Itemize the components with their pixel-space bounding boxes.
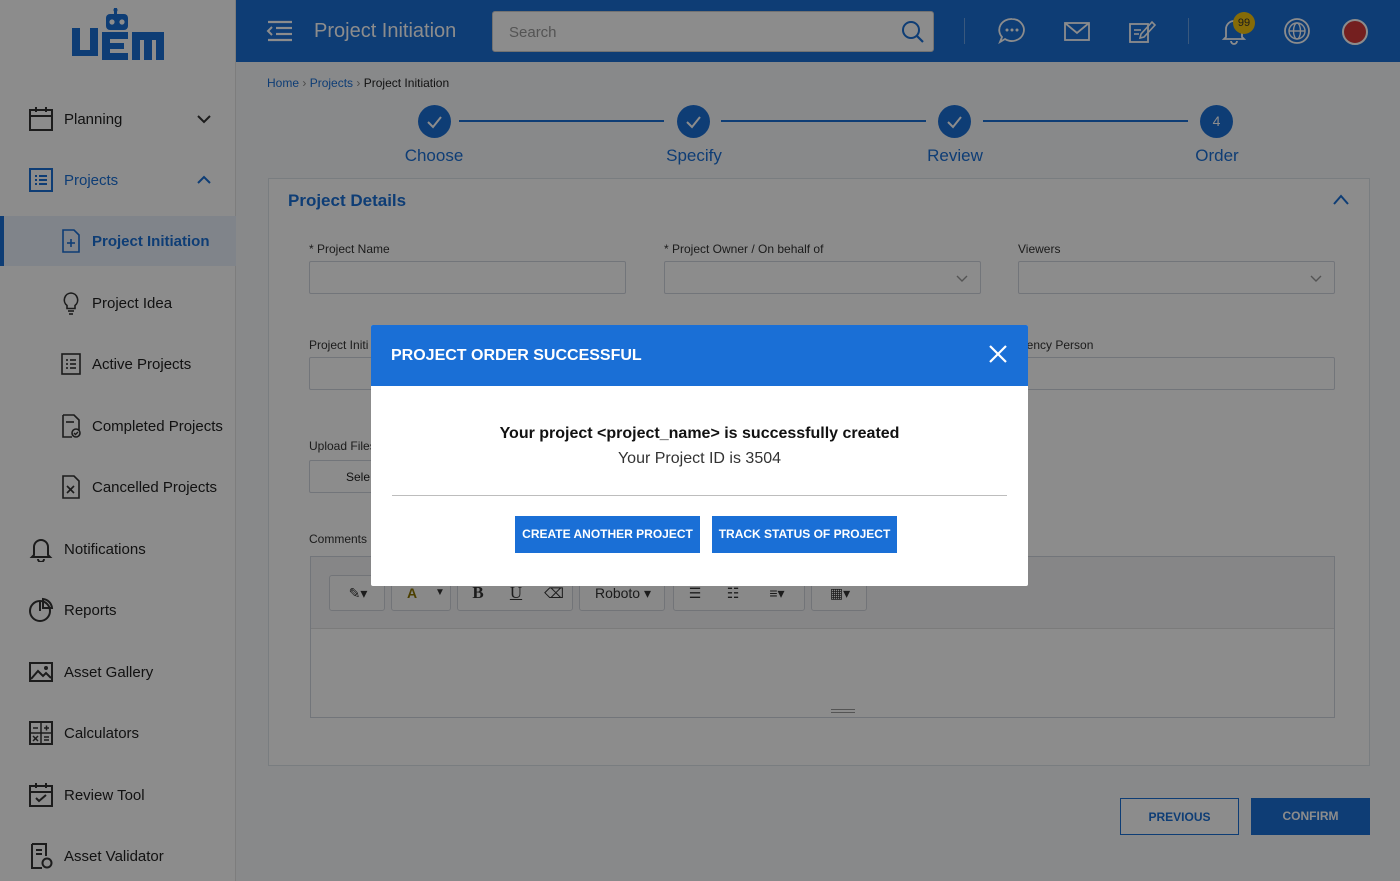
success-modal: PROJECT ORDER SUCCESSFUL Your project <p… (371, 325, 1028, 586)
project-id-text: Your Project ID is 3504 (617, 450, 782, 467)
modal-title: PROJECT ORDER SUCCESSFUL (391, 347, 642, 364)
success-message: Your project <project_name> is successfu… (499, 425, 900, 442)
modal-divider (392, 495, 1007, 496)
close-icon[interactable] (988, 344, 1008, 364)
create-another-project-button[interactable]: CREATE ANOTHER PROJECT (515, 516, 700, 553)
track-status-button[interactable]: TRACK STATUS OF PROJECT (712, 516, 897, 553)
modal-header: PROJECT ORDER SUCCESSFUL (371, 325, 1028, 386)
